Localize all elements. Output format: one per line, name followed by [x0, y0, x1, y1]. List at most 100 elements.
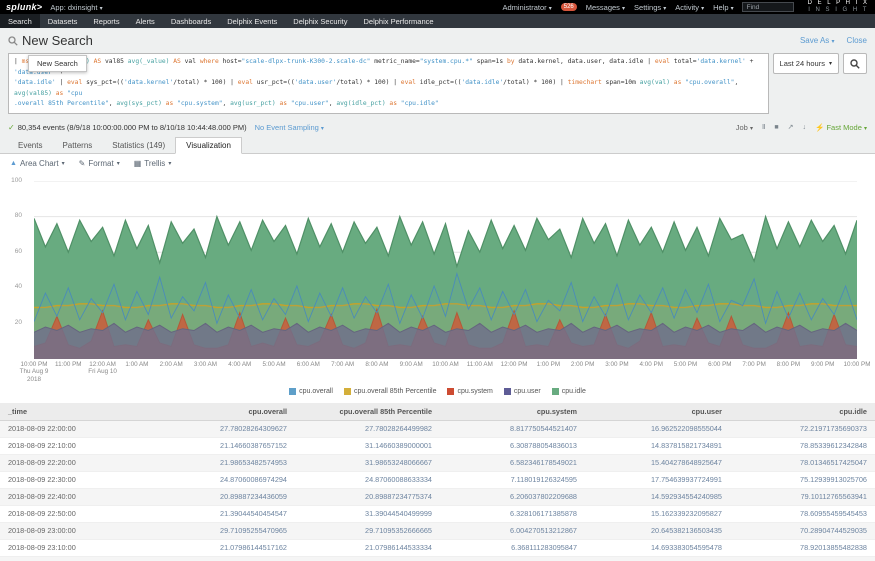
- column-header-cpu-overall-85th-percentile[interactable]: cpu.overall 85th Percentile: [295, 403, 440, 421]
- cell-value[interactable]: 15.404278648925647: [585, 454, 730, 471]
- cell-value[interactable]: 78.85339612342848: [730, 437, 875, 454]
- cell-value[interactable]: 14.693383054595478: [585, 539, 730, 556]
- cell-value[interactable]: 78.01346517425047: [730, 454, 875, 471]
- column-header-cpu-user[interactable]: cpu.user: [585, 403, 730, 421]
- save-as-button[interactable]: Save As ▾: [800, 36, 835, 45]
- cell-value[interactable]: 20.89887234436059: [150, 488, 295, 505]
- tab-patterns[interactable]: Patterns: [52, 138, 102, 153]
- time-range-picker[interactable]: Last 24 hours ▾: [773, 53, 839, 74]
- cell-value[interactable]: 72.21971735690373: [730, 420, 875, 437]
- cell-time[interactable]: 2018-08-09 22:50:00: [0, 505, 150, 522]
- cell-value[interactable]: 31.39044540499999: [295, 505, 440, 522]
- column-header-cpu-system[interactable]: cpu.system: [440, 403, 585, 421]
- column-header-cpu-overall[interactable]: cpu.overall: [150, 403, 295, 421]
- cell-value[interactable]: 21.07986144533334: [295, 539, 440, 556]
- cell-value[interactable]: 78.16809020307152: [730, 556, 875, 561]
- area-chart[interactable]: [34, 181, 857, 359]
- cell-value[interactable]: 27.78028264309627: [150, 420, 295, 437]
- search-button[interactable]: [843, 53, 867, 74]
- nav-item-delphix-security[interactable]: Delphix Security: [285, 14, 355, 28]
- cell-value[interactable]: 14.592934554240985: [585, 488, 730, 505]
- cell-value[interactable]: 79.10112765563941: [730, 488, 875, 505]
- cell-value[interactable]: 78.92013855482838: [730, 539, 875, 556]
- tab-events[interactable]: Events: [8, 138, 52, 153]
- topbar-menu-help[interactable]: Help ▾: [713, 3, 734, 12]
- cell-value[interactable]: 6.308788054836013: [440, 437, 585, 454]
- legend-item-cpu-overall[interactable]: cpu.overall: [289, 388, 333, 395]
- cell-value[interactable]: 21.39044540454547: [150, 505, 295, 522]
- cell-time[interactable]: 2018-08-09 23:20:00: [0, 556, 150, 561]
- search-mode-selector[interactable]: ⚡ Fast Mode ▾: [815, 123, 867, 132]
- tab-statistics-149[interactable]: Statistics (149): [102, 138, 175, 153]
- nav-item-datasets[interactable]: Datasets: [40, 14, 86, 28]
- trellis-menu[interactable]: ▦ Trellis ▾: [134, 159, 172, 168]
- cell-time[interactable]: 2018-08-09 22:40:00: [0, 488, 150, 505]
- nav-item-alerts[interactable]: Alerts: [128, 14, 163, 28]
- cell-time[interactable]: 2018-08-09 22:00:00: [0, 420, 150, 437]
- cell-value[interactable]: 21.83190979692848: [150, 556, 295, 561]
- cell-time[interactable]: 2018-08-09 23:00:00: [0, 522, 150, 539]
- cell-value[interactable]: 29.71095352666665: [295, 522, 440, 539]
- cell-value[interactable]: 78.60955459545453: [730, 505, 875, 522]
- cell-value[interactable]: 6.206037802209688: [440, 488, 585, 505]
- column-header-cpu-idle[interactable]: cpu.idle: [730, 403, 875, 421]
- nav-item-delphix-events[interactable]: Delphix Events: [219, 14, 285, 28]
- cell-value[interactable]: 21.98653482574953: [150, 454, 295, 471]
- legend-item-cpu-user[interactable]: cpu.user: [504, 388, 541, 395]
- cell-time[interactable]: 2018-08-09 23:10:00: [0, 539, 150, 556]
- share-icon[interactable]: ↗: [788, 123, 794, 131]
- close-button[interactable]: Close: [847, 36, 867, 45]
- topbar-menu-administrator[interactable]: Administrator ▾: [502, 3, 551, 12]
- column-header-time[interactable]: _time: [0, 403, 150, 421]
- cell-value[interactable]: 24.87060088633334: [295, 471, 440, 488]
- cell-value[interactable]: 21.83190971666858: [295, 556, 440, 561]
- cell-time[interactable]: 2018-08-09 22:30:00: [0, 471, 150, 488]
- search-query-input[interactable]: | mstats avg(_value) AS val85 avg(_value…: [8, 53, 769, 114]
- export-icon[interactable]: ↓: [803, 124, 807, 131]
- topbar-menu-settings[interactable]: Settings ▾: [634, 3, 666, 12]
- legend-item-cpu-system[interactable]: cpu.system: [447, 388, 492, 395]
- job-menu[interactable]: Job ▾: [736, 123, 753, 132]
- tab-visualization[interactable]: Visualization: [175, 137, 242, 154]
- nav-item-reports[interactable]: Reports: [85, 14, 127, 28]
- cell-value[interactable]: 24.87060086974294: [150, 471, 295, 488]
- nav-item-dashboards[interactable]: Dashboards: [163, 14, 219, 28]
- legend-item-cpu-overall-85th-percentile[interactable]: cpu.overall 85th Percentile: [344, 388, 437, 395]
- cell-value[interactable]: 29.71095255470965: [150, 522, 295, 539]
- cell-time[interactable]: 2018-08-09 22:20:00: [0, 454, 150, 471]
- search-nav-dropdown-item[interactable]: New Search: [28, 55, 87, 72]
- cell-value[interactable]: 6.368111283095847: [440, 539, 585, 556]
- cell-time[interactable]: 2018-08-09 22:10:00: [0, 437, 150, 454]
- cell-value[interactable]: 31.98653248066667: [295, 454, 440, 471]
- cell-value[interactable]: 27.78028264499982: [295, 420, 440, 437]
- cell-value[interactable]: 21.14660387657152: [150, 437, 295, 454]
- chart-type-picker[interactable]: ▲ Area Chart ▾: [10, 159, 65, 168]
- cell-value[interactable]: 75.12939913025706: [730, 471, 875, 488]
- cell-value[interactable]: 15.254175104396989: [585, 556, 730, 561]
- cell-value[interactable]: 8.817750544521407: [440, 420, 585, 437]
- topbar-menu-messages[interactable]: Messages ▾: [586, 3, 625, 12]
- cell-value[interactable]: 17.754639937724991: [585, 471, 730, 488]
- cell-value[interactable]: 6.328106171385878: [440, 505, 585, 522]
- cell-value[interactable]: 14.837815821734891: [585, 437, 730, 454]
- cell-value[interactable]: 6.582346178549021: [440, 454, 585, 471]
- format-menu[interactable]: ✎ Format ▾: [79, 159, 120, 168]
- event-sampling-dropdown[interactable]: No Event Sampling ▾: [255, 123, 324, 132]
- splunk-logo[interactable]: splunk>: [6, 2, 42, 12]
- cell-value[interactable]: 7.118019126324595: [440, 471, 585, 488]
- cell-value[interactable]: 15.162339232095827: [585, 505, 730, 522]
- cell-value[interactable]: 6.004270513212867: [440, 522, 585, 539]
- cell-value[interactable]: 20.89887234775374: [295, 488, 440, 505]
- nav-item-search[interactable]: Search: [0, 14, 40, 28]
- nav-item-delphix-performance[interactable]: Delphix Performance: [356, 14, 442, 28]
- topbar-menu-activity[interactable]: Activity ▾: [675, 3, 704, 12]
- cell-value[interactable]: 31.14660389000001: [295, 437, 440, 454]
- cell-value[interactable]: 20.645382136503435: [585, 522, 730, 539]
- cell-value[interactable]: 21.07986144517162: [150, 539, 295, 556]
- pause-icon[interactable]: Ⅱ: [762, 123, 765, 131]
- legend-item-cpu-idle[interactable]: cpu.idle: [552, 388, 586, 395]
- cell-value[interactable]: 16.962522098555044: [585, 420, 730, 437]
- cell-value[interactable]: 70.28904744529035: [730, 522, 875, 539]
- app-menu[interactable]: App: dxinsight ▾: [50, 3, 102, 12]
- cell-value[interactable]: 6.577733984433094: [440, 556, 585, 561]
